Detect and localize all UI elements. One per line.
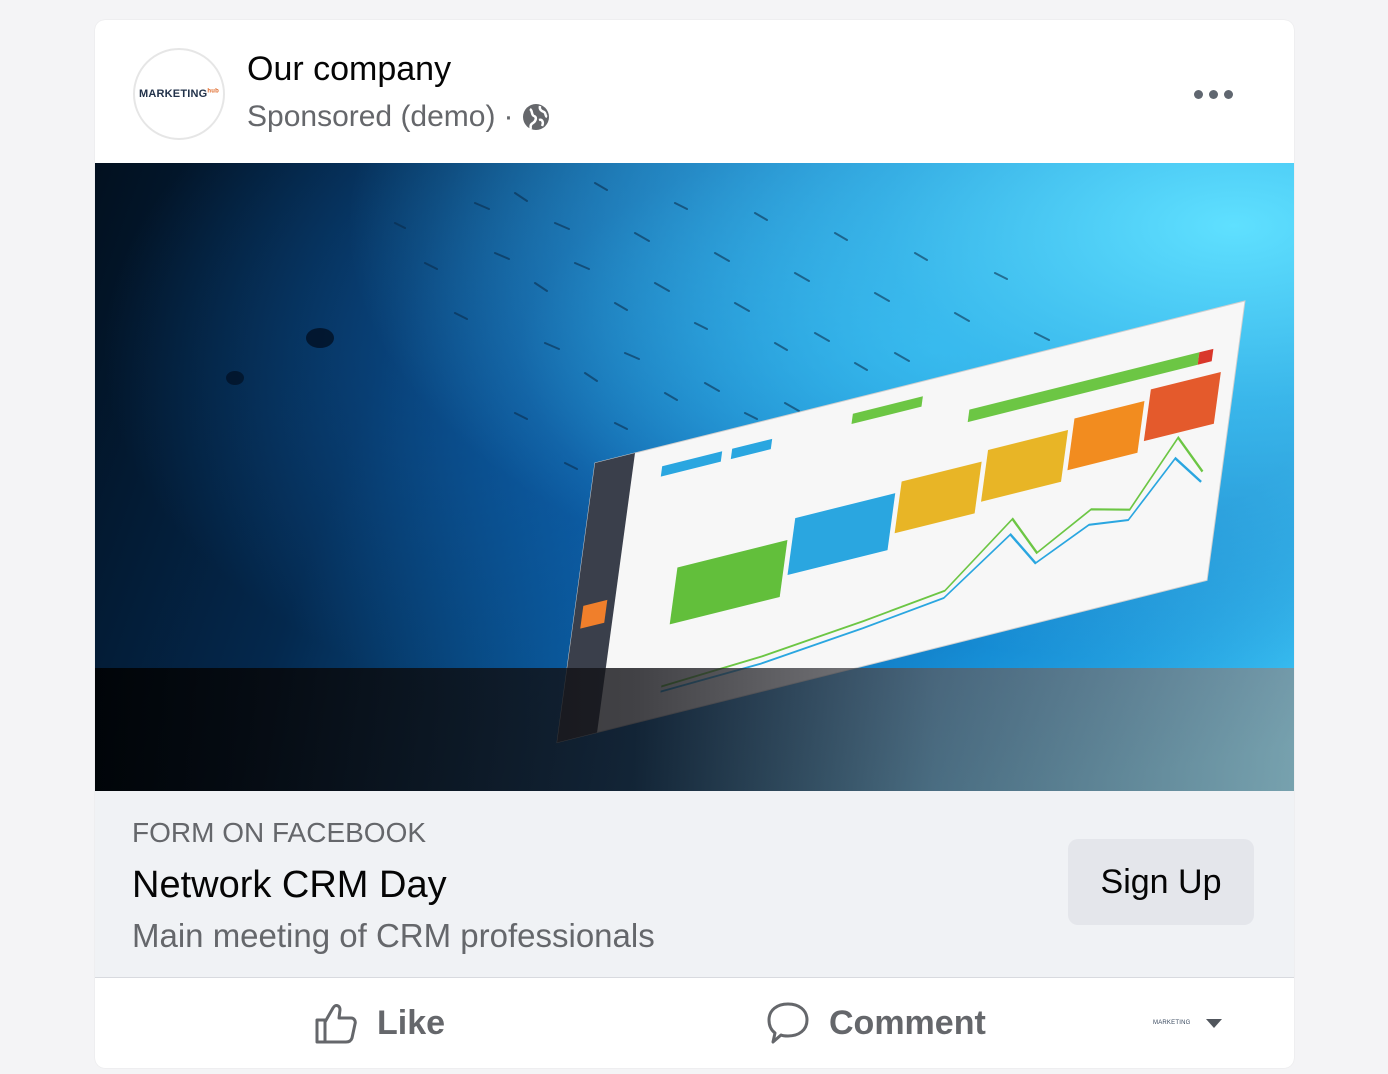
chevron-down-icon [1206, 1018, 1223, 1028]
post-meta: Sponsored (demo) · [247, 100, 551, 134]
thumbs-up-icon [315, 1004, 357, 1044]
avatar-logo: MARKETINGhub [138, 88, 220, 100]
more-dot-icon [1208, 89, 1218, 99]
cta-bar[interactable]: FORM ON FACEBOOK Network CRM Day Main me… [95, 791, 1294, 978]
sponsored-label[interactable]: Sponsored (demo) [247, 100, 495, 134]
more-dot-icon [1193, 89, 1203, 99]
post-actions: Like Comment MARKETING [95, 978, 1294, 1068]
mini-page-logo: MARKETING [1153, 1020, 1191, 1026]
page-name[interactable]: Our company [247, 50, 451, 89]
meta-separator: · [503, 100, 514, 133]
ad-image[interactable] [95, 163, 1294, 791]
image-overlay [95, 668, 1294, 791]
page-avatar[interactable]: MARKETINGhub [133, 48, 225, 140]
globe-icon[interactable] [521, 102, 551, 132]
like-button[interactable]: Like [313, 978, 445, 1068]
ad-post: MARKETINGhub Our company Sponsored (demo… [95, 20, 1294, 1068]
more-options-button[interactable] [1185, 76, 1241, 112]
share-as-selector[interactable]: MARKETING [1153, 1008, 1223, 1038]
post-header: MARKETINGhub Our company Sponsored (demo… [95, 20, 1294, 163]
cta-source: FORM ON FACEBOOK [132, 817, 427, 848]
more-dot-icon [1223, 89, 1233, 99]
cta-description: Main meeting of CRM professionals [132, 917, 655, 954]
cta-title[interactable]: Network CRM Day [132, 864, 447, 907]
comment-bubble-icon [767, 1002, 809, 1044]
comment-button[interactable]: Comment [765, 978, 986, 1068]
sign-up-button[interactable]: Sign Up [1068, 839, 1254, 925]
fish-silhouette [306, 328, 334, 348]
like-label: Like [377, 1003, 446, 1042]
fish-silhouette [226, 371, 244, 385]
comment-label: Comment [829, 1003, 986, 1042]
